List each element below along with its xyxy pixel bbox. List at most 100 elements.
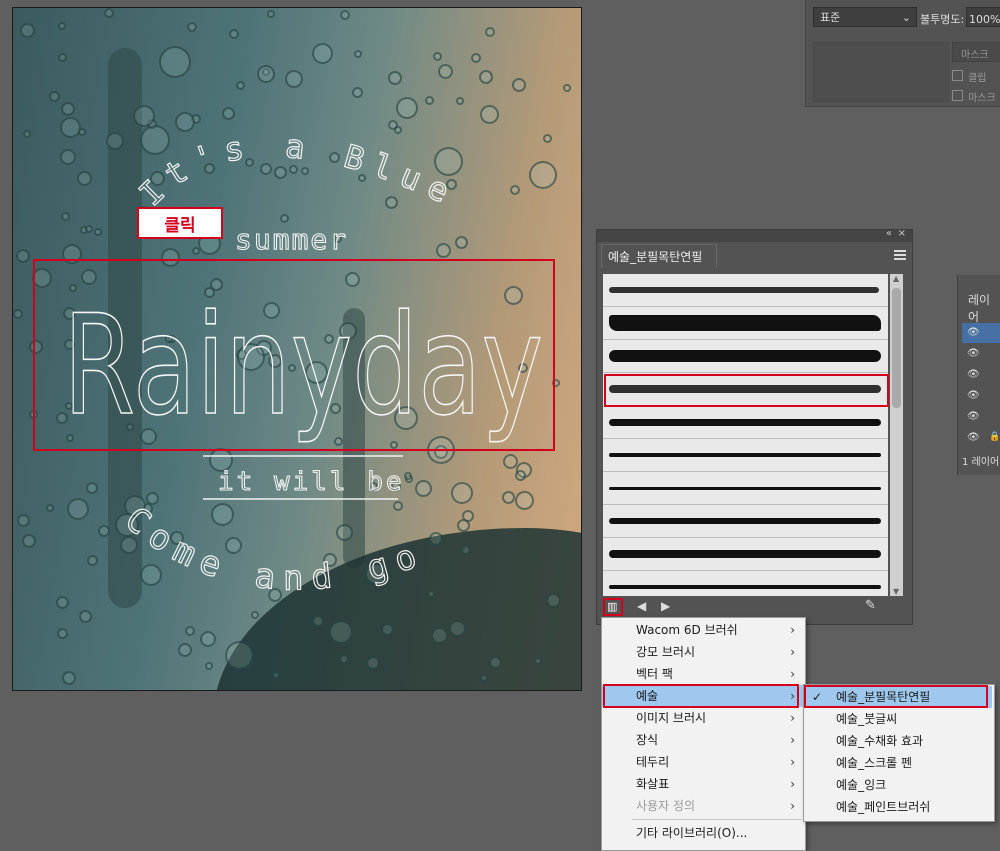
brush-row[interactable] (603, 505, 888, 538)
scrollbar-thumb[interactable] (892, 288, 901, 408)
tab-brush-library[interactable]: 예술_분필목탄연필 (601, 244, 717, 268)
menu-item-7[interactable]: 화살표 › (602, 773, 803, 795)
menu-item-0[interactable]: Wacom 6D 브러쉬 › (602, 619, 803, 641)
chevron-right-icon: › (790, 623, 795, 637)
svg-text:Come and go: Come and go (117, 499, 430, 598)
eye-icon[interactable]: 👁 (967, 369, 980, 380)
brush-library-menu: Wacom 6D 브러쉬 › 강모 브러시 › 벡터 팩 › 예술 › 이미지 브러시 › 장식 › 테… (601, 617, 806, 851)
brush-stroke-preview (609, 550, 881, 558)
art-submenu-highlight (804, 685, 988, 708)
brush-row[interactable] (603, 538, 888, 571)
brush-row[interactable] (603, 274, 888, 307)
brush-stroke-preview (609, 585, 881, 589)
artwork-line-1: It's a Blue (131, 126, 455, 215)
chevron-right-icon: › (790, 777, 795, 791)
menu-item-label: 사용자 정의 (636, 799, 696, 813)
art-brush-label: 예술_잉크 (836, 778, 887, 792)
brush-list-scrollbar[interactable]: ▲ ▼ (890, 274, 903, 596)
artwork-line-3: it will be (218, 467, 405, 497)
invert-mask-checkbox[interactable] (952, 90, 963, 101)
menu-item-1[interactable]: 강모 브러시 › (602, 641, 803, 663)
invert-mask-checkbox-row[interactable]: 마스크 (952, 86, 1000, 104)
brush-row[interactable] (603, 571, 888, 596)
opacity-label: 불투명도: (920, 13, 965, 26)
layers-panel-title[interactable]: 레이어 (968, 291, 1000, 325)
menu-item-2[interactable]: 벡터 팩 › (602, 663, 803, 685)
layers-count: 1 레이어 (962, 457, 1000, 468)
art-brush-label: 예술_붓글씨 (836, 712, 898, 726)
menu-item-5[interactable]: 장식 › (602, 729, 803, 751)
eye-icon[interactable]: 👁 (967, 348, 980, 359)
menu-item-label: 기타 라이브러리(O)... (636, 826, 748, 840)
mask-thumbnail[interactable] (813, 42, 949, 102)
clip-checkbox[interactable] (952, 70, 963, 81)
make-mask-label: 마스크 (961, 50, 989, 61)
lock-icon[interactable]: 🔒 (989, 432, 1000, 442)
brush-row[interactable] (603, 472, 888, 505)
blend-mode-value: 표준 (820, 11, 841, 24)
brush-stroke-preview (609, 453, 881, 457)
brush-stroke-preview (609, 518, 881, 524)
brush-stroke-preview (609, 350, 881, 362)
art-brush-item-2[interactable]: 예술_수채화 효과 (804, 730, 992, 752)
menu-item-label: 장식 (636, 733, 659, 747)
transparency-panel: 표준 ⌄ 불투명도: 100% 마스크 클립 마스크 (805, 0, 1000, 107)
eye-icon[interactable]: 👁 (967, 327, 980, 338)
brush-list[interactable] (603, 274, 888, 596)
brush-library-panel: « × 예술_분필목탄연필 ▲ ▼ ▥ ◀ ▶ ✎ (596, 228, 913, 625)
chevron-right-icon: › (790, 755, 795, 769)
menu-separator (632, 819, 802, 820)
chevron-right-icon: › (790, 667, 795, 681)
svg-text:It's a Blue: It's a Blue (132, 127, 464, 215)
chevron-right-icon: › (790, 799, 795, 813)
opacity-field[interactable]: 100% (966, 7, 1000, 27)
menu-item-9[interactable]: 기타 라이브러리(O)... (602, 822, 803, 844)
make-mask-button[interactable]: 마스크 (952, 42, 1000, 62)
panel-titlebar[interactable]: « × (597, 228, 912, 242)
library-books-icon: ▥ (607, 600, 618, 613)
brush-row[interactable] (603, 406, 888, 439)
eye-icon[interactable]: 👁 (967, 390, 980, 401)
blend-mode-select[interactable]: 표준 ⌄ (813, 7, 917, 27)
art-brush-item-3[interactable]: 예술_스크롤 펜 (804, 752, 992, 774)
menu-item-label: 화살표 (636, 777, 670, 791)
clip-label: 클립 (968, 73, 987, 84)
layers-panel: 레이어 👁 👁 👁 👁 👁 👁 🔒 1 레이어 (957, 275, 1000, 475)
menu-item-label: 강모 브러시 (636, 645, 696, 659)
menu-item-8: 사용자 정의 › (602, 795, 803, 817)
art-brush-item-4[interactable]: 예술_잉크 (804, 774, 992, 796)
opacity-value: 100% (969, 13, 1000, 26)
close-icon[interactable]: × (898, 228, 906, 239)
brush-stroke-preview (609, 287, 879, 293)
scroll-down-icon[interactable]: ▼ (893, 587, 899, 596)
chevron-down-icon: ⌄ (901, 11, 911, 24)
artwork-line-2: summer (235, 223, 348, 256)
chevron-right-icon: › (790, 645, 795, 659)
brush-tool-icon[interactable]: ✎ (865, 598, 876, 613)
clip-checkbox-row[interactable]: 클립 (952, 66, 1000, 84)
menu-item-6[interactable]: 테두리 › (602, 751, 803, 773)
menu-item-label: Wacom 6D 브러쉬 (636, 623, 738, 637)
next-library-icon[interactable]: ▶ (661, 599, 670, 613)
selected-brush-highlight (604, 374, 889, 407)
artwork-line-4: Come and go (117, 499, 422, 600)
brush-row[interactable] (603, 340, 888, 373)
brush-stroke-preview (609, 315, 881, 331)
menu-item-4[interactable]: 이미지 브러시 › (602, 707, 803, 729)
menu-item-label: 벡터 팩 (636, 667, 673, 681)
chevron-right-icon: › (790, 733, 795, 747)
eye-icon[interactable]: 👁 (967, 411, 980, 422)
chevron-right-icon: › (790, 711, 795, 725)
art-brush-label: 예술_수채화 효과 (836, 734, 924, 748)
hamburger-icon[interactable] (894, 250, 906, 260)
brush-library-menu-button[interactable]: ▥ (603, 598, 623, 616)
art-brush-item-1[interactable]: 예술_붓글씨 (804, 708, 992, 730)
brush-row[interactable] (603, 439, 888, 472)
eye-icon[interactable]: 👁 (967, 432, 980, 443)
double-chevron-icon[interactable]: « (886, 228, 892, 239)
brush-row[interactable] (603, 307, 888, 340)
art-brush-item-5[interactable]: 예술_페인트브러쉬 (804, 796, 992, 818)
scroll-up-icon[interactable]: ▲ (893, 274, 899, 283)
art-brush-label: 예술_스크롤 펜 (836, 756, 913, 770)
previous-library-icon[interactable]: ◀ (637, 599, 646, 613)
